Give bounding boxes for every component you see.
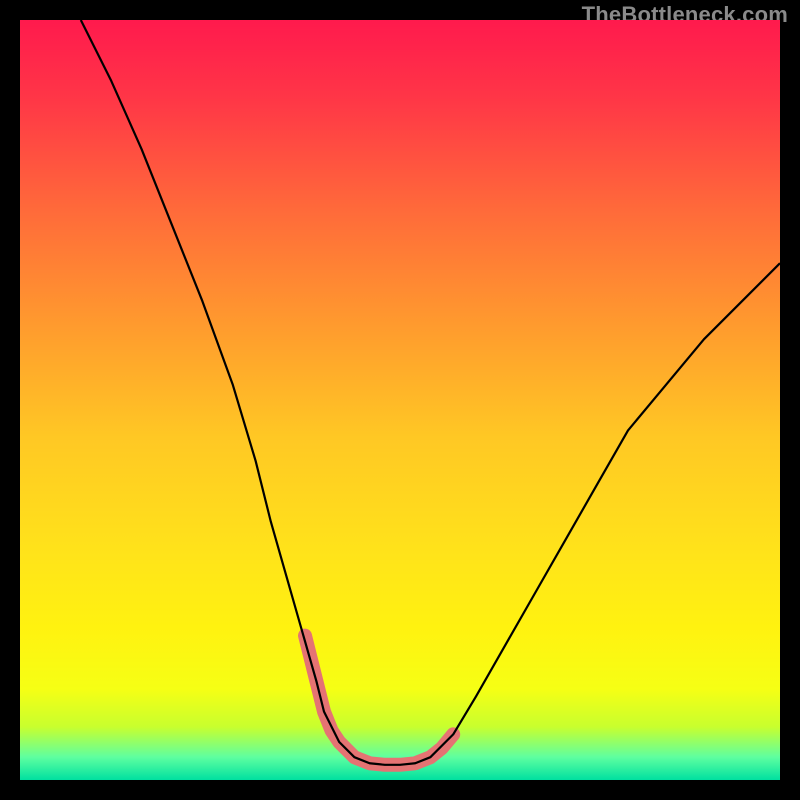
- chart-canvas: [20, 20, 780, 780]
- outer-frame: TheBottleneck.com: [0, 0, 800, 800]
